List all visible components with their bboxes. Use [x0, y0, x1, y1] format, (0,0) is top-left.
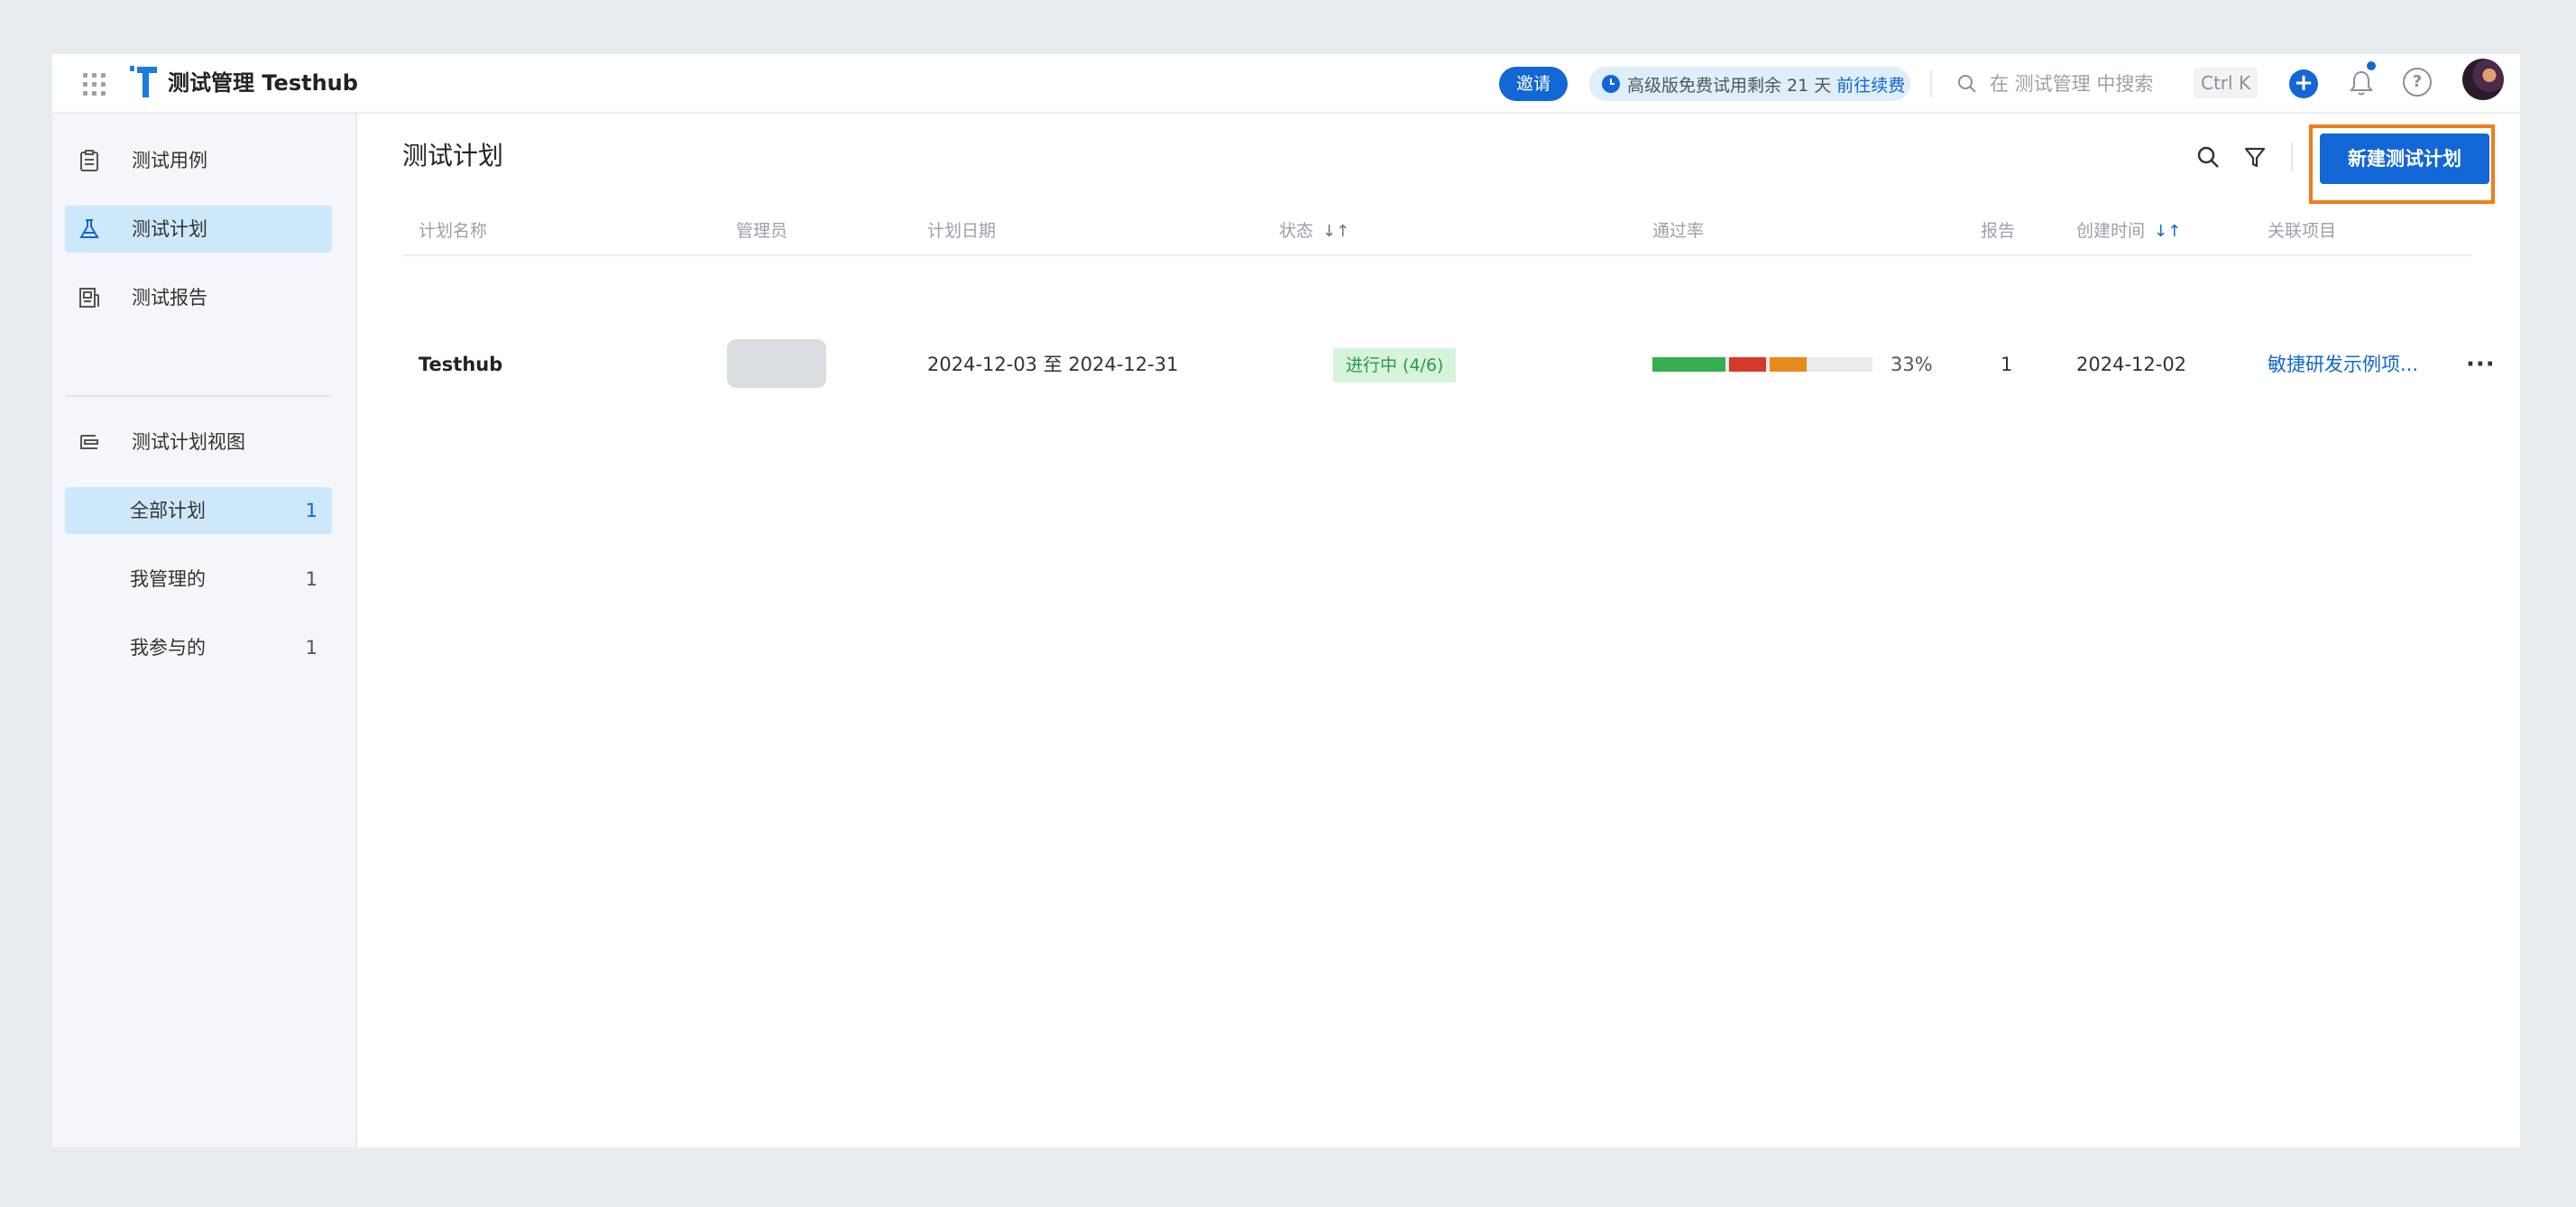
help-icon[interactable]: ?: [2403, 68, 2432, 97]
search-icon[interactable]: [1957, 74, 1977, 94]
sidebar-view-label: 全部计划: [130, 500, 206, 521]
trial-text: 高级版免费试用剩余 21 天: [1627, 75, 1832, 96]
sidebar-view-participated[interactable]: 我参与的 1: [65, 624, 332, 671]
sidebar-section-plan-views[interactable]: 测试计划视图: [65, 419, 332, 465]
pass-rate-value: 33%: [1891, 354, 1933, 375]
sidebar-view-count: 1: [305, 500, 317, 521]
sidebar-item-label: 测试用例: [132, 150, 207, 171]
page-title: 测试计划: [402, 141, 504, 170]
invite-button[interactable]: 邀请: [1499, 67, 1568, 101]
toolbar-divider: [2291, 143, 2293, 171]
column-header-name[interactable]: 计划名称: [419, 213, 487, 249]
sort-icon[interactable]: ↓↑: [2154, 214, 2181, 250]
created-date: 2024-12-02: [2076, 354, 2187, 375]
sidebar-view-count: 1: [305, 637, 317, 659]
column-header-reports[interactable]: 报告: [1981, 213, 2015, 249]
notification-dot: [2367, 61, 2376, 70]
sidebar-view-managed[interactable]: 我管理的 1: [65, 556, 332, 603]
report-count[interactable]: 1: [2001, 339, 2012, 390]
sidebar-item-test-reports[interactable]: 测试报告: [65, 274, 332, 321]
testhub-logo-icon: [130, 66, 157, 97]
sort-icon[interactable]: ↓↑: [1322, 214, 1349, 250]
column-header-project[interactable]: 关联项目: [2268, 213, 2336, 249]
column-header-pass-rate[interactable]: 通过率: [1652, 213, 1704, 249]
admin-avatar: [727, 339, 826, 388]
top-bar: 测试管理 Testhub 邀请 高级版免费试用剩余 21 天 前往续费 在 测试…: [52, 54, 2520, 114]
pass-rate-segment: [1652, 357, 1725, 372]
sidebar-view-label: 我参与的: [130, 637, 206, 659]
main-content: 测试计划 新建测试计划 计划名称 管理员 计划日期 状态 ↓↑ 通过率 报告 创建…: [357, 114, 2520, 1147]
column-header-created[interactable]: 创建时间 ↓↑: [2076, 213, 2181, 250]
user-avatar[interactable]: [2462, 59, 2504, 100]
trial-banner: 高级版免费试用剩余 21 天 前往续费: [1589, 67, 1910, 101]
clock-icon: [1602, 75, 1620, 93]
pass-rate-bar: [1652, 357, 1872, 372]
view-list-icon: [80, 435, 98, 449]
linked-project-link[interactable]: 敏捷研发示例项...: [2268, 339, 2418, 390]
column-header-status-label: 状态: [1279, 221, 1314, 241]
more-options-icon[interactable]: ···: [2466, 353, 2496, 376]
create-plus-icon[interactable]: +: [2289, 69, 2318, 98]
pass-rate-segment: [1770, 357, 1807, 372]
new-test-plan-button[interactable]: 新建测试计划: [2320, 134, 2489, 184]
report-icon: [79, 288, 99, 308]
sidebar-view-label: 我管理的: [130, 568, 206, 590]
renew-link[interactable]: 前往续费: [1836, 72, 1905, 97]
sidebar-section-title: 测试计划视图: [132, 431, 245, 453]
sidebar-item-test-plans[interactable]: 测试计划: [65, 206, 332, 253]
column-header-created-label: 创建时间: [2076, 221, 2146, 241]
search-shortcut: Ctrl K: [2194, 68, 2259, 98]
filter-icon[interactable]: [2242, 144, 2268, 170]
flask-icon: [79, 219, 99, 238]
sidebar: 测试用例 测试计划 测试报告 测试计划视图 全部计划 1 我管理的 1 我参与的…: [52, 114, 357, 1147]
sidebar-view-all-plans[interactable]: 全部计划 1: [65, 487, 332, 534]
app-grid-icon[interactable]: [76, 66, 112, 102]
column-header-date[interactable]: 计划日期: [927, 213, 996, 249]
app-window: 测试管理 Testhub 邀请 高级版免费试用剩余 21 天 前往续费 在 测试…: [52, 54, 2520, 1147]
sidebar-item-label: 测试报告: [132, 287, 207, 309]
pass-rate-segment: [1729, 357, 1766, 372]
sidebar-view-count: 1: [305, 568, 317, 590]
divider: [1930, 70, 1932, 97]
bell-icon[interactable]: [2345, 67, 2378, 99]
column-header-status[interactable]: 状态 ↓↑: [1279, 213, 1349, 250]
clipboard-icon: [80, 150, 98, 171]
global-search-input[interactable]: 在 测试管理 中搜索: [1990, 67, 2153, 101]
sidebar-divider: [65, 395, 332, 397]
plan-date-range: 2024-12-03 至 2024-12-31: [927, 354, 1179, 375]
status-badge: 进行中 (4/6): [1333, 348, 1457, 382]
sidebar-item-test-cases[interactable]: 测试用例: [65, 137, 332, 184]
table-header-border: [402, 254, 2471, 256]
sidebar-item-label: 测试计划: [132, 218, 207, 240]
app-title[interactable]: 测试管理 Testhub: [168, 65, 358, 101]
column-header-admin[interactable]: 管理员: [736, 213, 787, 249]
plan-name[interactable]: Testhub: [419, 339, 502, 390]
search-icon[interactable]: [2195, 144, 2221, 170]
